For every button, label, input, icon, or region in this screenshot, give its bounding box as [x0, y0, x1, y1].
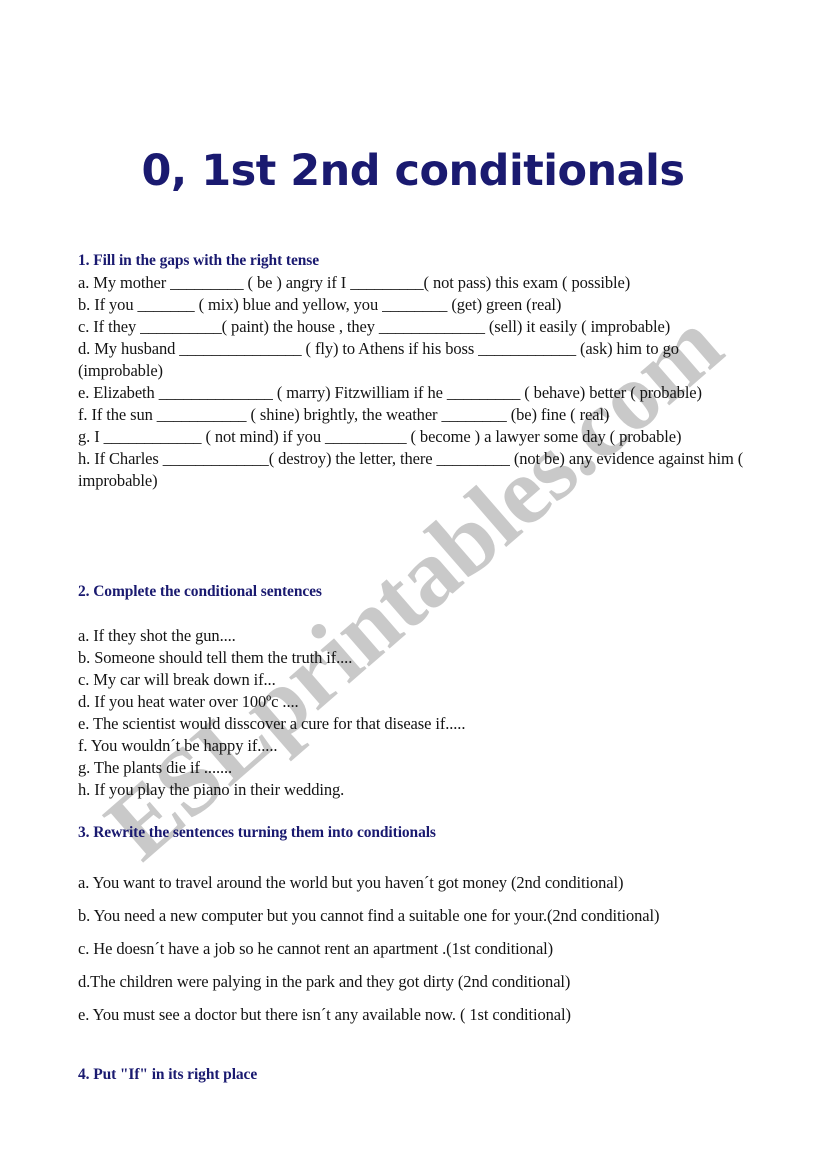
exercise-item: f. If the sun ___________ ( shine) brigh… — [78, 405, 610, 424]
exercise-item: g. The plants die if ....... — [78, 758, 233, 777]
exercise-item: e. You must see a doctor but there isn´t… — [78, 1005, 571, 1024]
exercise-item: c. If they __________( paint) the house … — [78, 317, 671, 336]
section-items-1: a. My mother _________ ( be ) angry if I… — [78, 272, 750, 492]
exercise-item: c. He doesn´t have a job so he cannot re… — [78, 939, 554, 958]
section-heading-4: 4. Put "If" in its right place — [78, 1066, 258, 1083]
section-items-3: a. You want to travel around the world b… — [78, 866, 750, 1031]
exercise-item: a. You want to travel around the world b… — [78, 873, 624, 892]
exercise-item: f. You wouldn´t be happy if..... — [78, 736, 278, 755]
exercise-item: e. The scientist would disscover a cure … — [78, 714, 466, 733]
section-heading-3: 3. Rewrite the sentences turning them in… — [78, 824, 436, 841]
exercise-item: h. If Charles _____________( destroy) th… — [78, 449, 744, 490]
exercise-item: b. If you _______ ( mix) blue and yellow… — [78, 295, 562, 314]
exercise-item: b. Someone should tell them the truth if… — [78, 648, 353, 667]
exercise-item: d.The children were palying in the park … — [78, 972, 571, 991]
exercise-item: d. If you heat water over 100ºc .... — [78, 692, 299, 711]
section-heading-1: 1. Fill in the gaps with the right tense — [78, 252, 319, 269]
exercise-item: d. My husband _______________ ( fly) to … — [78, 339, 679, 380]
exercise-item: e. Elizabeth ______________ ( marry) Fit… — [78, 383, 702, 402]
exercise-item: a. If they shot the gun.... — [78, 626, 236, 645]
section-heading-2: 2. Complete the conditional sentences — [78, 583, 322, 600]
exercise-item: a. My mother _________ ( be ) angry if I… — [78, 273, 631, 292]
exercise-item: b. You need a new computer but you canno… — [78, 906, 660, 925]
page-title: 0, 1st 2nd conditionals — [141, 146, 685, 196]
exercise-item: h. If you play the piano in their weddin… — [78, 780, 345, 799]
worksheet-page: ESLprintables.com 0, 1st 2nd conditional… — [0, 0, 826, 1169]
exercise-item: g. I ____________ ( not mind) if you ___… — [78, 427, 682, 446]
section-items-2: a. If they shot the gun.... b. Someone sh… — [78, 625, 750, 801]
exercise-item: c. My car will break down if... — [78, 670, 276, 689]
